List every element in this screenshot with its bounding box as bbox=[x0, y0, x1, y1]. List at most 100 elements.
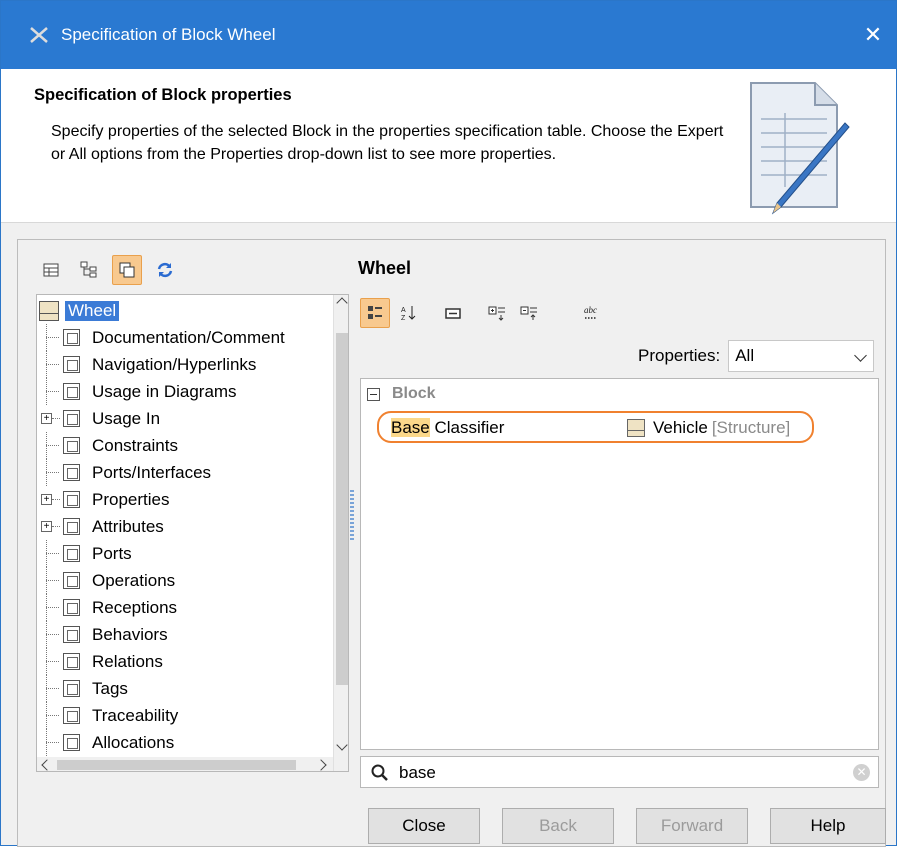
tree-connector bbox=[39, 648, 59, 675]
sort-alphabetical-button[interactable]: AZ bbox=[394, 298, 424, 328]
scroll-down-arrow-icon[interactable] bbox=[336, 739, 348, 751]
tree-item-label: Usage In bbox=[92, 408, 161, 428]
search-match-highlight: Base bbox=[391, 418, 430, 437]
tree-item[interactable]: + Usage In bbox=[39, 405, 160, 432]
property-page-icon bbox=[63, 437, 80, 454]
tree-connector bbox=[39, 702, 59, 729]
description-header: Specification of Block properties Specif… bbox=[1, 69, 896, 223]
help-button[interactable]: Help bbox=[770, 808, 886, 844]
tree-item-label: Behaviors bbox=[92, 624, 168, 644]
tree-item-label: Constraints bbox=[92, 435, 178, 455]
property-page-icon bbox=[63, 707, 80, 724]
expand-node-icon[interactable]: + bbox=[39, 486, 60, 513]
tree-item-label: Relations bbox=[92, 651, 163, 671]
description-toggle-button[interactable] bbox=[438, 298, 468, 328]
search-input[interactable]: base bbox=[399, 763, 436, 783]
properties-filter: Properties: All bbox=[638, 340, 875, 372]
back-button[interactable]: Back bbox=[502, 808, 614, 844]
property-page-icon bbox=[63, 545, 80, 562]
tree-root-label: Wheel bbox=[65, 300, 120, 321]
tree-connector bbox=[39, 351, 59, 378]
tree-vertical-scrollbar[interactable] bbox=[333, 295, 348, 771]
pane-splitter[interactable] bbox=[350, 490, 354, 542]
tree-item-label: Attributes bbox=[92, 516, 164, 536]
property-page-icon bbox=[63, 518, 80, 535]
property-row-base-classifier[interactable]: Base Classifier Vehicle [Structure] bbox=[377, 411, 814, 443]
header-description: Specify properties of the selected Block… bbox=[51, 123, 724, 163]
specification-tree[interactable]: Wheel Documentation/Comment Navigation/Hy… bbox=[36, 294, 349, 772]
tree-item[interactable]: Documentation/Comment bbox=[39, 324, 285, 351]
refresh-icon bbox=[157, 262, 173, 278]
scroll-thumb[interactable] bbox=[336, 333, 348, 685]
quick-filter[interactable]: base ✕ bbox=[360, 756, 879, 788]
property-name: Base Classifier bbox=[391, 418, 504, 438]
close-button[interactable]: Close bbox=[368, 808, 480, 844]
show-inherited-button[interactable] bbox=[112, 255, 142, 285]
expand-node-icon[interactable]: + bbox=[39, 513, 60, 540]
tree-connector bbox=[39, 432, 59, 459]
search-icon bbox=[371, 764, 388, 781]
tree-connector bbox=[39, 729, 59, 756]
forward-button[interactable]: Forward bbox=[636, 808, 748, 844]
document-pencil-icon bbox=[750, 82, 850, 215]
property-page-icon bbox=[63, 464, 80, 481]
property-page-icon bbox=[63, 680, 80, 697]
refresh-button[interactable] bbox=[150, 255, 180, 285]
property-page-icon bbox=[63, 626, 80, 643]
tree-item[interactable]: Ports/Interfaces bbox=[39, 459, 211, 486]
tree-item[interactable]: Allocations bbox=[39, 729, 174, 756]
collapse-group-icon[interactable] bbox=[367, 387, 380, 401]
layers-icon bbox=[119, 262, 135, 278]
properties-value: All bbox=[735, 346, 755, 365]
left-toolbar bbox=[36, 250, 188, 290]
close-window-button[interactable]: ✕ bbox=[851, 15, 895, 55]
tree-item[interactable]: + Attributes bbox=[39, 513, 164, 540]
tree-item[interactable]: Navigation/Hyperlinks bbox=[39, 351, 256, 378]
tree-connector bbox=[39, 540, 59, 567]
expand-all-button[interactable] bbox=[482, 298, 512, 328]
tree-item-label: Traceability bbox=[92, 705, 179, 725]
hscroll-thumb[interactable] bbox=[57, 760, 296, 770]
tree-connector bbox=[39, 621, 59, 648]
property-page-icon bbox=[63, 734, 80, 751]
tree-item[interactable]: Relations bbox=[39, 648, 163, 675]
tree-connector bbox=[39, 594, 59, 621]
tree-item-label: Properties bbox=[92, 489, 170, 509]
tree-item[interactable]: Constraints bbox=[39, 432, 178, 459]
tree-root[interactable]: Wheel bbox=[39, 297, 120, 324]
collapse-icon bbox=[520, 306, 537, 320]
tree-item-label: Receptions bbox=[92, 597, 178, 617]
scroll-left-arrow-icon[interactable] bbox=[41, 759, 53, 771]
tree-item[interactable]: Operations bbox=[39, 567, 175, 594]
tree-item[interactable]: Traceability bbox=[39, 702, 178, 729]
collapse-all-button[interactable] bbox=[514, 298, 544, 328]
scroll-up-arrow-icon[interactable] bbox=[336, 297, 348, 309]
property-value[interactable]: Vehicle [Structure] bbox=[627, 418, 790, 438]
tree-item[interactable]: Usage in Diagrams bbox=[39, 378, 237, 405]
spell-check-button[interactable]: abc bbox=[576, 298, 606, 328]
properties-grid[interactable]: Block Base Classifier Vehicle [Structure] bbox=[360, 378, 879, 750]
tree-item[interactable]: Tags bbox=[39, 675, 128, 702]
tree-connector bbox=[39, 378, 59, 405]
tree-horizontal-scrollbar[interactable] bbox=[37, 757, 333, 771]
group-row-block[interactable]: Block bbox=[367, 385, 436, 403]
tree-item[interactable]: Ports bbox=[39, 540, 132, 567]
tree-item[interactable]: Behaviors bbox=[39, 621, 168, 648]
tree-item[interactable]: Receptions bbox=[39, 594, 177, 621]
title-bar: Specification of Block Wheel ✕ bbox=[1, 1, 896, 69]
specification-dialog: Specification of Block Wheel ✕ Specifica… bbox=[0, 0, 897, 847]
categorized-button[interactable] bbox=[360, 298, 390, 328]
property-page-icon bbox=[63, 383, 80, 400]
scroll-right-arrow-icon[interactable] bbox=[315, 759, 327, 771]
tree-connector bbox=[39, 324, 59, 351]
tree-view-button[interactable] bbox=[74, 255, 104, 285]
property-page-icon bbox=[63, 599, 80, 616]
expand-node-icon[interactable]: + bbox=[39, 405, 60, 432]
sort-az-icon: AZ bbox=[401, 306, 416, 322]
table-view-button[interactable] bbox=[36, 255, 66, 285]
properties-dropdown[interactable]: All bbox=[728, 340, 875, 372]
tree-item[interactable]: + Properties bbox=[39, 486, 169, 513]
clear-search-icon[interactable]: ✕ bbox=[853, 764, 870, 781]
svg-text:abc: abc bbox=[584, 305, 597, 315]
expand-icon bbox=[488, 306, 505, 321]
